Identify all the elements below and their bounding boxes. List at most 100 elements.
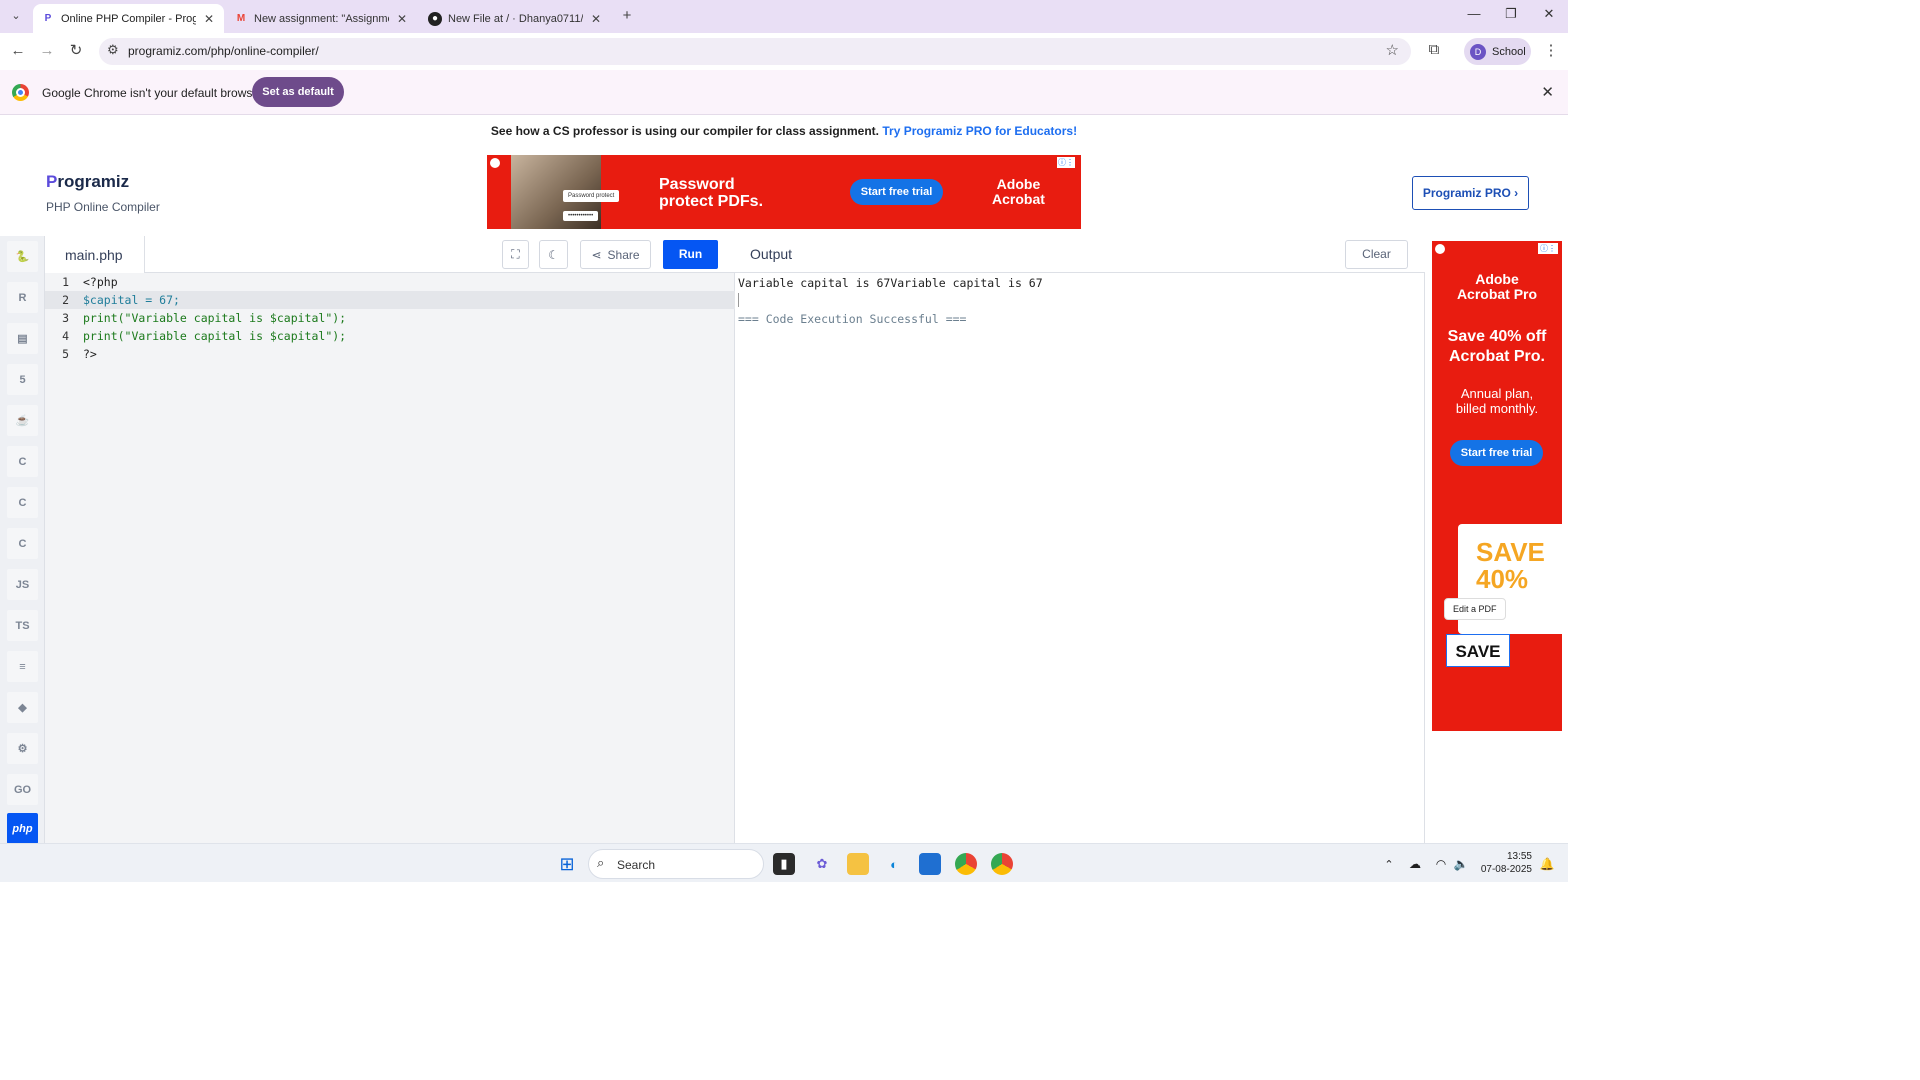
tab-github[interactable]: ● New File at / · Dhanya0711/html ✕ (420, 4, 611, 33)
windows-taskbar: ⊞ ⌕ Search ▮ ✿ ◐ ⌃ ☁ ◠ 🔈 13:55 07-08-202… (0, 843, 1568, 882)
back-icon[interactable]: ← (8, 41, 28, 61)
code-line[interactable]: 4 print("Variable capital is $capital"); (45, 327, 735, 345)
code-text[interactable]: <?php (83, 273, 118, 291)
dark-mode-moon-icon[interactable]: ☾ (539, 240, 568, 269)
profile-button[interactable]: D School (1464, 38, 1531, 65)
promo-link[interactable]: Try Programiz PRO for Educators! (882, 124, 1077, 138)
ad-subtext-line: billed monthly. (1455, 401, 1539, 416)
restore-icon[interactable]: ❐ (1501, 6, 1521, 22)
line-number: 3 (62, 311, 69, 325)
run-button[interactable]: Run (663, 240, 718, 269)
chrome-logo-icon (12, 84, 29, 101)
swift-icon[interactable]: ◆ (7, 692, 38, 723)
set-as-default-button[interactable]: Set as default (252, 77, 344, 107)
code-line[interactable]: 5 ?> (45, 345, 735, 363)
ad-start-trial-button[interactable]: Start free trial (850, 179, 943, 205)
code-line[interactable]: 3 print("Variable capital is $capital"); (45, 309, 735, 327)
taskbar-search[interactable]: ⌕ Search (588, 849, 764, 879)
go-stack-icon[interactable]: ≡ (7, 651, 38, 682)
menu-kebab-icon[interactable]: ⋮ (1541, 41, 1561, 61)
bookmark-star-icon[interactable]: ☆ (1386, 41, 1399, 59)
python-icon[interactable]: 🐍 (7, 241, 38, 272)
clear-button[interactable]: Clear (1345, 240, 1408, 269)
clock-date: 07-08-2025 (1480, 864, 1532, 875)
execution-status: === Code Execution Successful === (738, 312, 967, 326)
programiz-pro-button[interactable]: Programiz PRO › (1412, 176, 1529, 210)
extensions-icon[interactable]: ⧉ (1424, 40, 1444, 60)
code-line-active[interactable]: 2 $capital = 67; (45, 291, 735, 309)
notification-bell-icon[interactable]: 🔔 (1536, 853, 1558, 875)
csharp-icon[interactable]: C (7, 528, 38, 559)
banner-ad[interactable]: Password protect •••••••••••• Password p… (487, 155, 1081, 229)
html-icon[interactable]: 5 (7, 364, 38, 395)
volume-muted-icon[interactable]: 🔈 (1450, 853, 1472, 875)
ad-headline-line: Save 40% off (1447, 328, 1547, 345)
task-view-icon[interactable]: ▮ (773, 853, 795, 875)
edge-icon[interactable]: ◐ (883, 853, 905, 875)
share-button[interactable]: ⋖ Share (580, 240, 651, 269)
js-icon[interactable]: JS (7, 569, 38, 600)
file-explorer-icon[interactable] (847, 853, 869, 875)
go-icon[interactable]: GO (7, 774, 38, 805)
ad-start-trial-button[interactable]: Start free trial (1450, 440, 1543, 466)
store-icon[interactable] (919, 853, 941, 875)
new-tab-icon[interactable]: + (617, 6, 637, 26)
code-line[interactable]: 1 <?php (45, 273, 735, 291)
code-text[interactable]: print("Variable capital is $capital"); (83, 327, 346, 345)
rust-icon[interactable]: ⚙ (7, 733, 38, 764)
avatar: D (1470, 43, 1486, 60)
windows-start-icon[interactable]: ⊞ (556, 853, 578, 875)
copilot-icon[interactable]: ✿ (811, 853, 833, 875)
code-editor[interactable]: 1 <?php 2 $capital = 67; 3 print("Variab… (45, 273, 735, 843)
forward-icon[interactable]: → (37, 41, 57, 61)
code-text[interactable]: print("Variable capital is $capital"); (83, 309, 346, 327)
fullscreen-icon[interactable]: ⛶ (502, 240, 529, 269)
output-panel[interactable]: Variable capital is 67Variable capital i… (735, 273, 1425, 843)
logo-initial: P (46, 172, 58, 191)
ad-choices-icon[interactable]: ⓘ⋮ (1057, 157, 1075, 168)
chrome-profile-icon[interactable] (991, 853, 1013, 875)
php-icon[interactable]: php (7, 813, 38, 844)
tab-programiz[interactable]: P Online PHP Compiler - Programiz ✕ (33, 4, 224, 33)
code-text[interactable]: $capital = 67; (83, 291, 180, 309)
ad-brand-line: Adobe (996, 176, 1041, 192)
onedrive-icon[interactable]: ☁ (1404, 853, 1426, 875)
ad-headline: Password protect PDFs. (659, 176, 763, 210)
code-text[interactable]: ?> (83, 345, 97, 363)
close-infobar-icon[interactable]: ✕ (1541, 83, 1554, 101)
ad-choices-icon[interactable]: ⓘ⋮ (1538, 243, 1558, 254)
close-window-icon[interactable]: ✕ (1539, 6, 1559, 22)
url-text[interactable]: programiz.com/php/online-compiler/ (128, 44, 319, 58)
r-icon[interactable]: R (7, 282, 38, 313)
chrome-icon[interactable] (955, 853, 977, 875)
tray-chevron-icon[interactable]: ⌃ (1378, 853, 1400, 875)
browser-toolbar: ← → ↻ ⚙ programiz.com/php/online-compile… (0, 33, 1568, 70)
tab-gmail[interactable]: M New assignment: "Assignment ✕ (226, 4, 417, 33)
promo-banner: See how a CS professor is using our comp… (0, 124, 1568, 138)
side-ad[interactable]: ⓘ⋮ Adobe Acrobat Pro Save 40% off Acroba… (1432, 241, 1562, 731)
ad-headline-line: Acrobat Pro. (1448, 348, 1545, 365)
close-tab-icon[interactable]: ✕ (204, 12, 214, 26)
page-subtitle: PHP Online Compiler (46, 200, 160, 214)
address-bar[interactable]: ⚙ programiz.com/php/online-compiler/ ☆ (99, 38, 1411, 65)
close-tab-icon[interactable]: ✕ (591, 12, 601, 26)
programiz-logo[interactable]: Programiz (46, 172, 129, 192)
ts-icon[interactable]: TS (7, 610, 38, 641)
reload-icon[interactable]: ↻ (66, 41, 86, 61)
system-clock[interactable]: 13:55 07-08-2025 (1480, 850, 1532, 876)
profile-label: School (1492, 45, 1526, 58)
site-info-icon[interactable]: ⚙ (107, 42, 119, 58)
line-number: 4 (62, 329, 69, 343)
tab-search-chevron-icon[interactable]: ⌄ (6, 6, 26, 26)
wifi-icon[interactable]: ◠ (1430, 853, 1452, 875)
close-tab-icon[interactable]: ✕ (397, 12, 407, 26)
cpp-icon[interactable]: C (7, 487, 38, 518)
ad-edit-pdf: Edit a PDF (1444, 598, 1506, 620)
share-icon: ⋖ (591, 247, 602, 262)
file-tab-main-php[interactable]: main.php (45, 236, 145, 273)
java-icon[interactable]: ☕ (7, 405, 38, 436)
c-icon[interactable]: C (7, 446, 38, 477)
minimize-icon[interactable]: — (1464, 6, 1484, 21)
sql-icon[interactable]: ▤ (7, 323, 38, 354)
github-icon: ● (428, 11, 442, 26)
